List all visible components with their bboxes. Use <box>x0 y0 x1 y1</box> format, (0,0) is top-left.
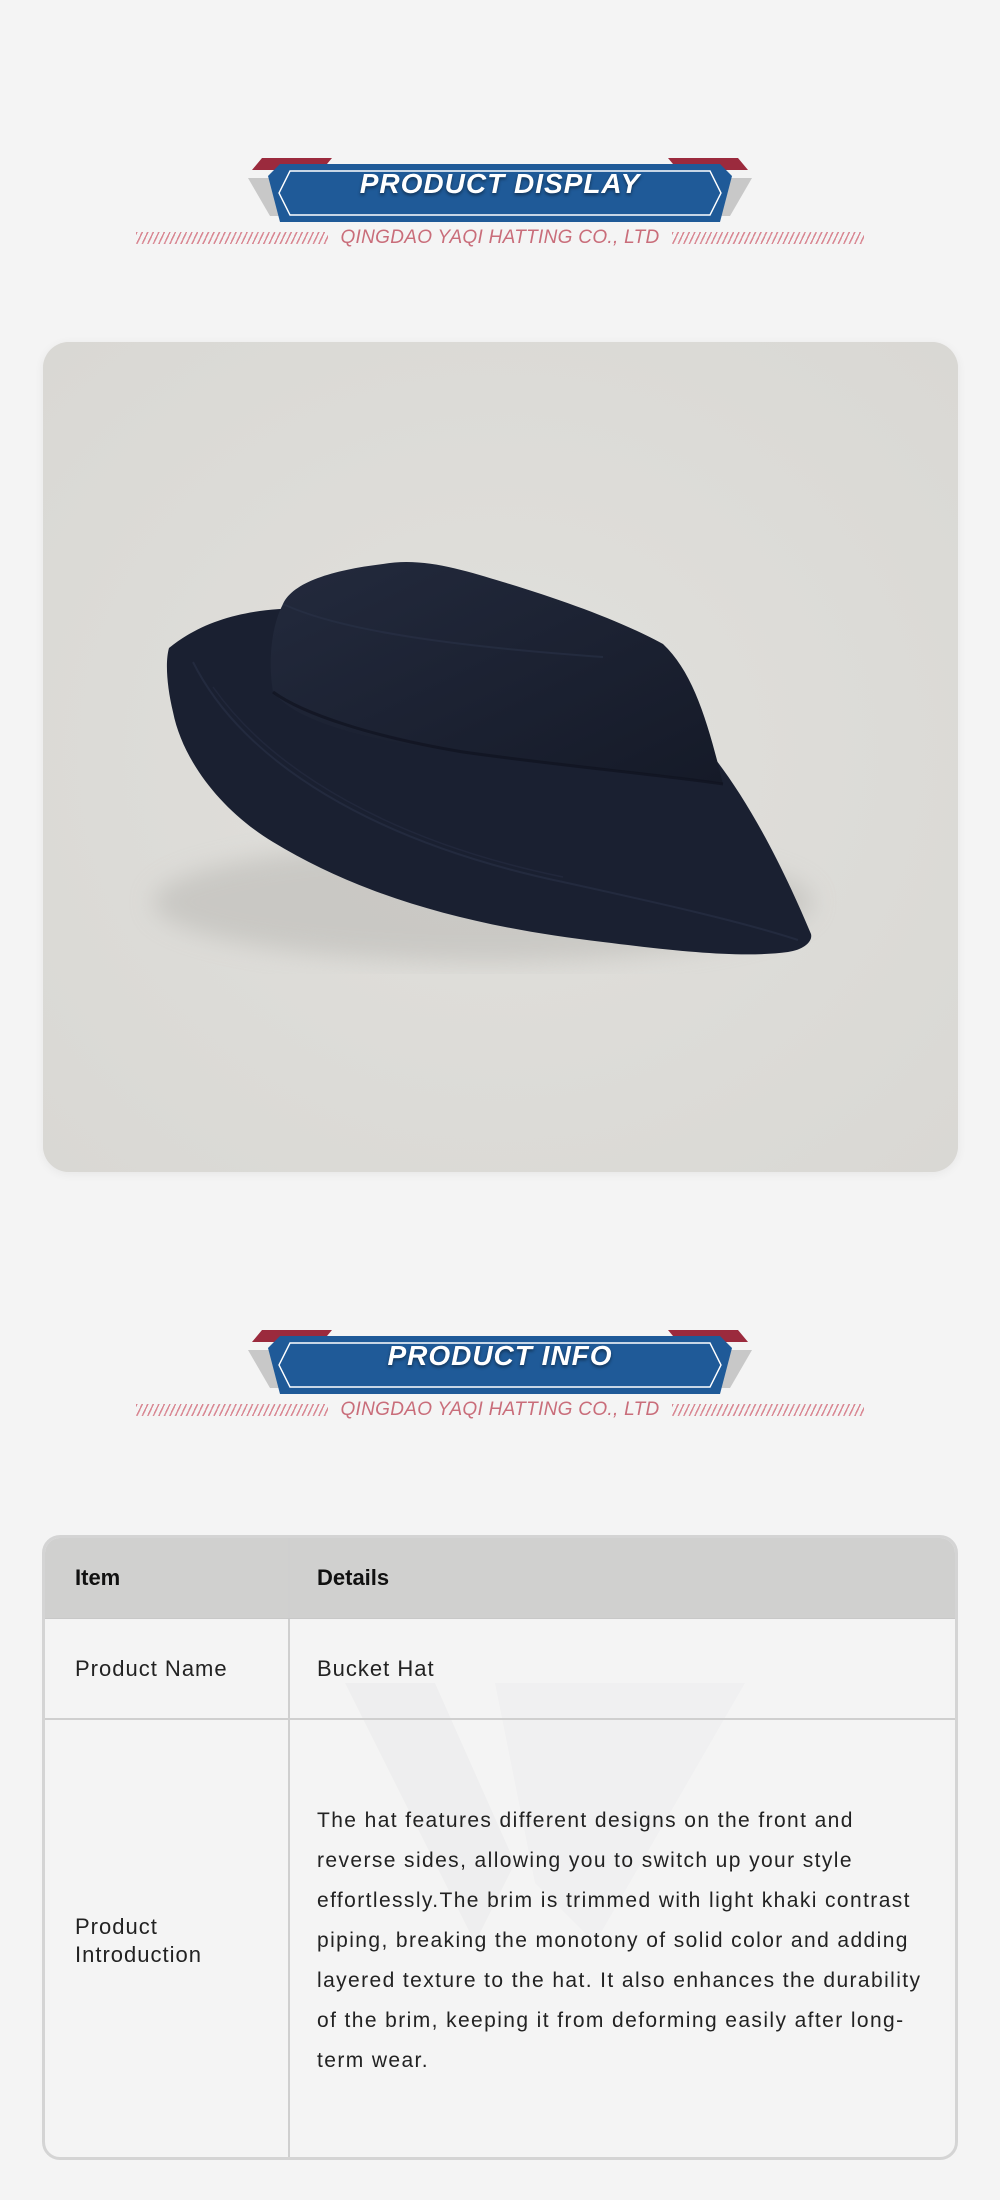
row-details-value: The hat features different designs on th… <box>317 1809 922 2072</box>
header-item: Item <box>45 1538 290 1618</box>
hatch-decoration-left <box>136 1404 329 1416</box>
product-info-table: Item Details Product Name Bucket Hat Pro… <box>42 1535 958 2160</box>
section-title: PRODUCT DISPLAY <box>359 168 641 199</box>
hatch-decoration-right <box>671 1404 864 1416</box>
table-header-row: Item Details <box>45 1538 955 1618</box>
section-title: PRODUCT INFO <box>387 1340 613 1371</box>
row-item-label: Product Name <box>75 1655 228 1681</box>
table-row: Product Introduction The hat features di… <box>45 1719 955 2157</box>
row-details-value: Bucket Hat <box>317 1655 435 1681</box>
table-row: Product Name Bucket Hat <box>45 1618 955 1720</box>
company-subtitle: QINGDAO YAQI HATTING CO., LTD <box>340 1399 660 1420</box>
company-subtitle: QINGDAO YAQI HATTING CO., LTD <box>340 227 660 248</box>
bucket-hat-image <box>43 342 958 1172</box>
header-details: Details <box>317 1565 390 1590</box>
row-item-label: Product Introduction <box>75 1914 202 1967</box>
hatch-decoration-right <box>671 232 864 244</box>
hatch-decoration-left <box>136 232 329 244</box>
product-photo <box>43 342 958 1172</box>
product-display-header: PRODUCT DISPLAY QINGDAO YAQI HATTING CO.… <box>0 150 1000 260</box>
product-info-header: PRODUCT INFO QINGDAO YAQI HATTING CO., L… <box>0 1322 1000 1432</box>
